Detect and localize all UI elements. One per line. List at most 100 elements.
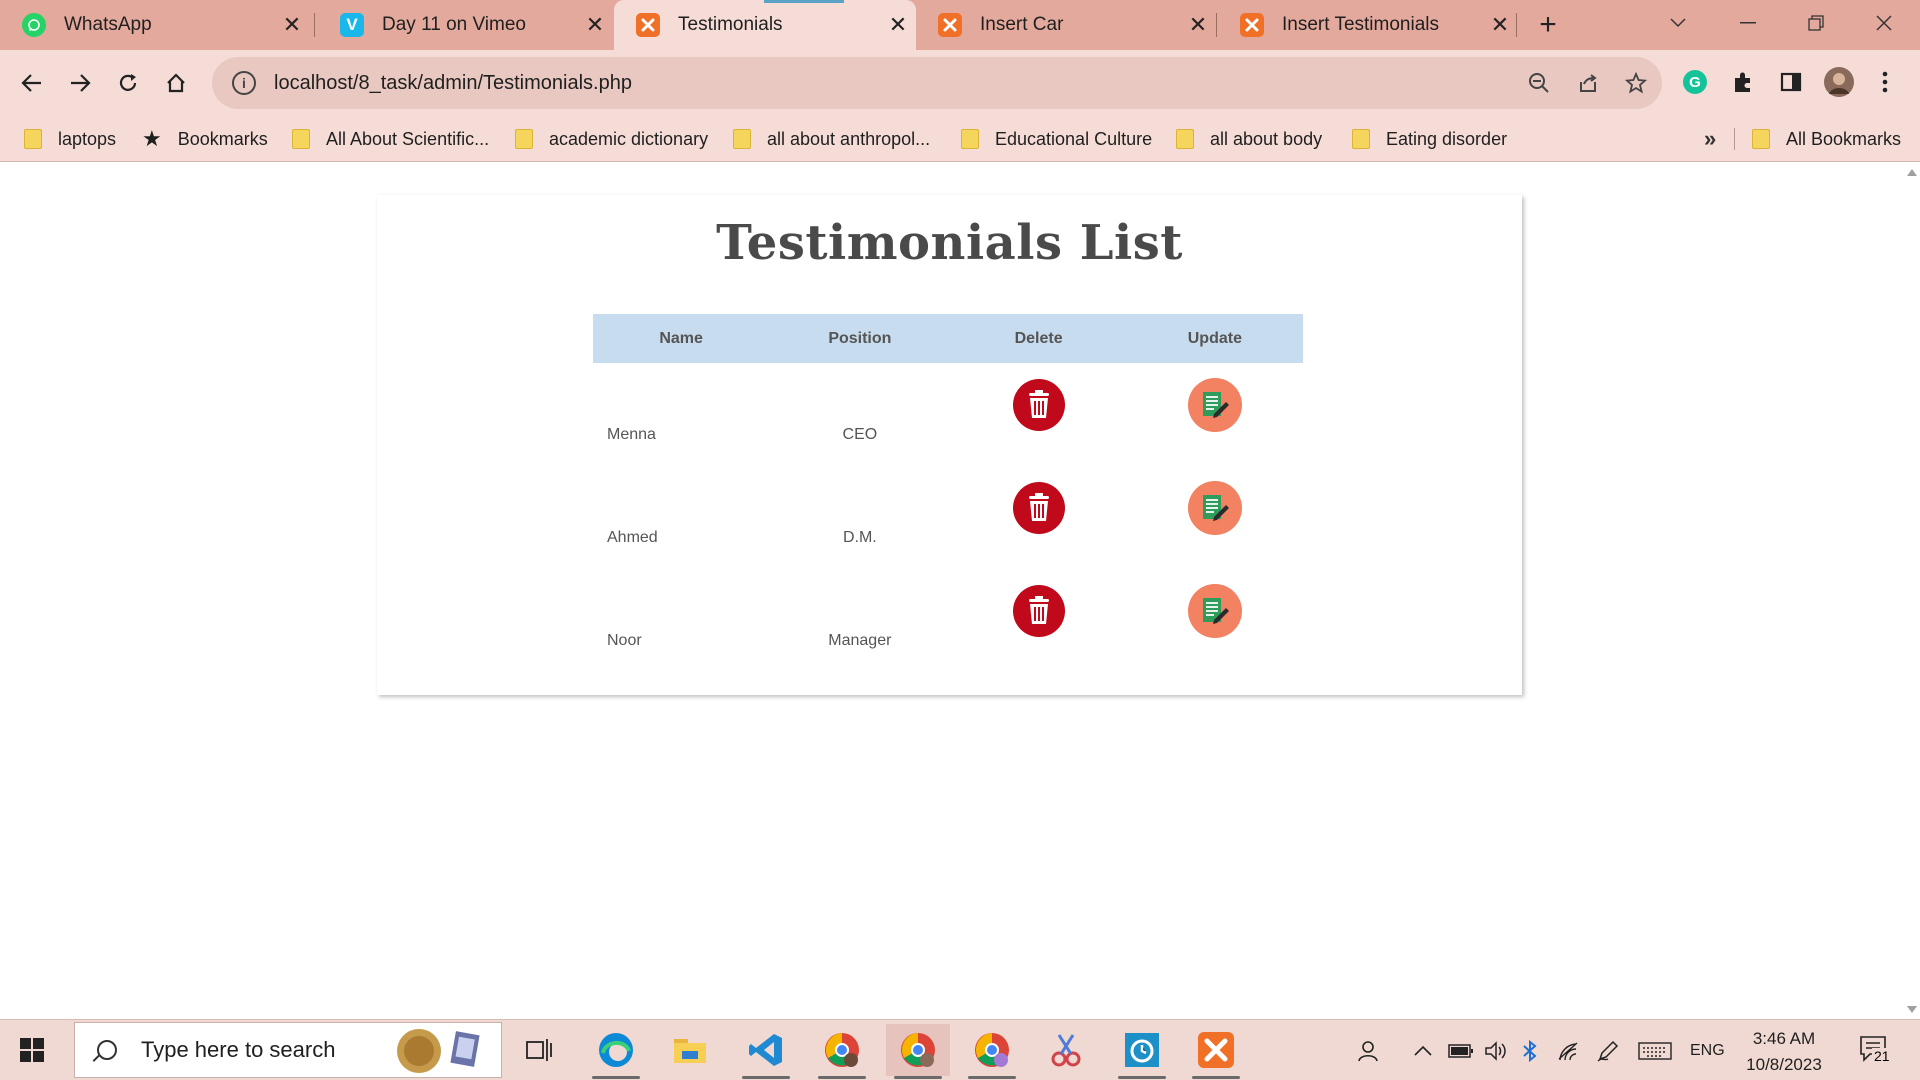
share-icon[interactable] — [1574, 69, 1602, 97]
close-tab-icon[interactable]: ✕ — [880, 12, 916, 38]
whatsapp-icon — [22, 13, 46, 37]
all-bookmarks[interactable]: All Bookmarks — [1752, 116, 1901, 162]
keyboard-icon[interactable] — [1638, 1020, 1672, 1080]
menu-icon[interactable] — [1868, 65, 1902, 99]
grammarly-icon[interactable]: G — [1678, 65, 1712, 99]
bookmark-bookmarks[interactable]: ★ Bookmarks — [142, 116, 268, 162]
tab-insert-car[interactable]: Insert Car ✕ — [916, 0, 1216, 50]
chrome-profile-2-icon[interactable] — [886, 1024, 950, 1079]
profile-avatar[interactable] — [1822, 65, 1856, 99]
language-indicator[interactable]: ENG — [1690, 1020, 1725, 1080]
bookmark-label: all about body — [1210, 128, 1323, 149]
cell-name: Menna — [607, 425, 656, 443]
update-edit-icon[interactable] — [1187, 583, 1242, 638]
windows-taskbar: Type here to search ENG 3:46 AM 10/8/202… — [0, 1019, 1920, 1080]
tab-title: Insert Car — [980, 14, 1064, 35]
close-tab-icon[interactable]: ✕ — [274, 12, 310, 38]
tab-separator — [314, 13, 315, 37]
delete-trash-icon[interactable] — [1012, 378, 1065, 431]
bookmark-star-icon[interactable] — [1622, 69, 1650, 97]
system-clock[interactable]: 3:46 AM 10/8/2023 — [1736, 1026, 1832, 1078]
cell-position: Manager — [828, 631, 892, 649]
new-tab-button[interactable]: + — [1530, 8, 1566, 44]
tab-title: Day 11 on Vimeo — [382, 14, 526, 35]
search-highlight-icon — [391, 1027, 487, 1080]
xampp-icon[interactable] — [1184, 1024, 1248, 1079]
tab-vimeo[interactable]: V Day 11 on Vimeo ✕ — [318, 0, 613, 50]
notification-center-icon[interactable]: 21 — [1858, 1034, 1892, 1064]
site-info-icon[interactable]: i — [232, 71, 256, 95]
volume-icon[interactable] — [1484, 1020, 1508, 1080]
column-header-position: Position — [769, 314, 951, 363]
folder-icon — [1176, 129, 1194, 149]
cell-name: Ahmed — [607, 528, 658, 546]
close-window-button[interactable] — [1854, 0, 1914, 46]
folder-icon — [292, 129, 310, 149]
restore-button[interactable] — [1786, 0, 1846, 46]
bookmarks-bar: laptops ★ Bookmarks All About Scientific… — [0, 116, 1920, 162]
bookmarks-overflow-icon[interactable]: » — [1704, 126, 1716, 152]
bookmark-all-about-body[interactable]: all about body — [1176, 116, 1322, 162]
reload-icon[interactable] — [108, 63, 148, 103]
chrome-icon[interactable] — [810, 1024, 874, 1079]
snipping-tool-icon[interactable] — [1034, 1024, 1098, 1076]
update-edit-icon[interactable] — [1187, 377, 1242, 432]
file-explorer-icon[interactable] — [658, 1024, 722, 1076]
extensions-icon[interactable] — [1726, 65, 1760, 99]
battery-icon[interactable] — [1448, 1020, 1474, 1080]
address-bar[interactable]: i localhost/8_task/admin/Testimonials.ph… — [212, 57, 1662, 109]
update-edit-icon[interactable] — [1187, 480, 1242, 535]
scroll-down-icon[interactable] — [1907, 1006, 1917, 1013]
tab-search-icon[interactable] — [1648, 0, 1708, 46]
scroll-up-icon[interactable] — [1907, 169, 1917, 176]
bookmark-academic-dictionary[interactable]: academic dictionary — [515, 116, 708, 162]
close-tab-icon[interactable]: ✕ — [1180, 12, 1216, 38]
delete-trash-icon[interactable] — [1012, 481, 1065, 534]
url-text[interactable]: localhost/8_task/admin/Testimonials.php — [274, 72, 632, 95]
tab-insert-testimonials[interactable]: Insert Testimonials ✕ — [1218, 0, 1518, 50]
page-title: Testimonials List — [716, 215, 1183, 271]
running-indicator — [894, 1076, 942, 1079]
chevron-up-icon[interactable] — [1414, 1020, 1432, 1080]
close-tab-icon[interactable]: ✕ — [577, 12, 613, 38]
tab-testimonials[interactable]: Testimonials ✕ — [614, 0, 916, 50]
bookmark-label: all about anthropol... — [767, 128, 931, 149]
update-cell — [1127, 466, 1303, 569]
running-indicator — [742, 1076, 790, 1079]
side-panel-icon[interactable] — [1774, 65, 1808, 99]
table-row: Menna CEO — [593, 363, 1303, 466]
bookmark-laptops[interactable]: laptops — [24, 116, 116, 162]
bluetooth-icon[interactable] — [1522, 1020, 1538, 1080]
zoom-icon[interactable] — [1525, 69, 1553, 97]
delete-trash-icon[interactable] — [1012, 584, 1065, 637]
windows-start-icon[interactable] — [20, 1038, 44, 1062]
testimonials-card: Testimonials List Name Position Delete U… — [377, 195, 1522, 695]
home-icon[interactable] — [156, 63, 196, 103]
chrome-profile-3-icon[interactable] — [960, 1024, 1024, 1079]
clock-app-icon[interactable] — [1110, 1024, 1174, 1079]
column-header-name: Name — [593, 314, 770, 363]
bookmark-educational-culture[interactable]: Educational Culture — [961, 116, 1152, 162]
tab-title: Insert Testimonials — [1282, 14, 1439, 35]
delete-cell — [951, 466, 1127, 569]
page-scrollbar[interactable] — [1903, 163, 1920, 1019]
taskbar-search-box[interactable]: Type here to search — [74, 1022, 502, 1078]
tab-whatsapp[interactable]: WhatsApp ✕ — [0, 0, 310, 50]
people-icon[interactable] — [1356, 1020, 1380, 1080]
forward-icon[interactable] — [60, 63, 100, 103]
vscode-icon[interactable] — [734, 1024, 798, 1079]
bookmark-all-about-anthropol[interactable]: all about anthropol... — [733, 116, 930, 162]
back-icon[interactable] — [12, 63, 52, 103]
notification-count-badge: 21 — [1872, 1048, 1892, 1064]
edge-icon[interactable] — [584, 1024, 648, 1079]
pen-icon[interactable] — [1596, 1020, 1620, 1080]
close-tab-icon[interactable]: ✕ — [1482, 12, 1518, 38]
vimeo-icon: V — [340, 13, 364, 37]
minimize-button[interactable] — [1718, 0, 1778, 46]
bookmark-eating-disorder[interactable]: Eating disorder — [1352, 116, 1507, 162]
bookmark-all-about-scientific[interactable]: All About Scientific... — [292, 116, 489, 162]
table-row: Ahmed D.M. — [593, 466, 1303, 569]
testimonials-table: Name Position Delete Update Menna CEO Ah… — [593, 314, 1303, 672]
task-view-icon[interactable] — [508, 1024, 572, 1076]
network-icon[interactable] — [1556, 1020, 1580, 1080]
